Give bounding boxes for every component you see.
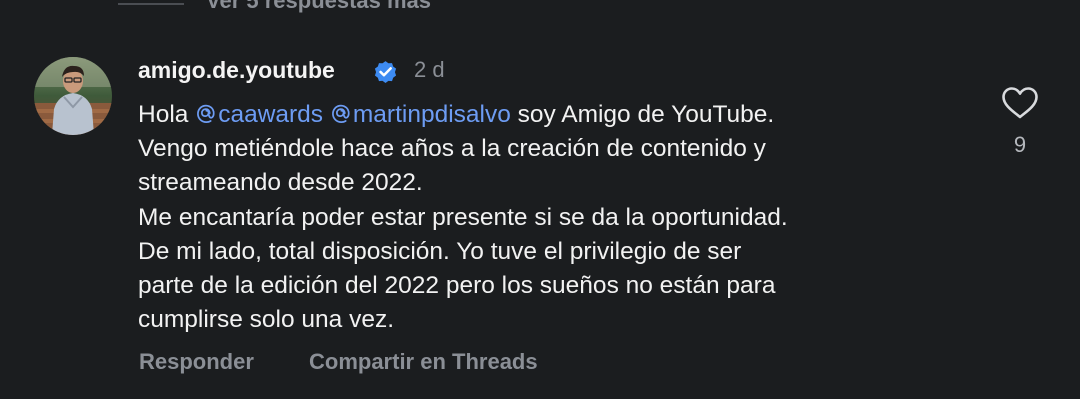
mention-label: martinpdisalvo <box>352 101 511 128</box>
comment-line: cumplirse solo una vez. <box>138 306 395 334</box>
comment-username[interactable]: amigo.de.youtube <box>138 56 335 84</box>
share-on-threads-button[interactable]: Compartir en Threads <box>309 348 538 376</box>
comment-text <box>323 101 330 128</box>
comment-line: Hola caawards martinpdisalvo soy Amigo d… <box>138 98 978 132</box>
mention-martinpdisalvo-link[interactable]: martinpdisalvo <box>330 101 511 128</box>
threads-at-icon <box>197 104 215 124</box>
threads-at-icon <box>331 104 350 124</box>
comment-line: De mi lado, total disposición. Yo tuve e… <box>138 237 742 265</box>
comment-thread: Ver 5 respuestas más amigo.de.youtube 2 … <box>0 0 1080 399</box>
avatar[interactable] <box>34 57 112 135</box>
heart-outline-icon <box>1002 87 1038 119</box>
comment-line: Me encantaría poder estar presente si se… <box>138 203 788 231</box>
comment-line: streameando desde 2022. <box>138 169 423 197</box>
comment-line: Vengo metiéndole hace años a la creación… <box>138 135 766 163</box>
avatar-image <box>34 57 112 135</box>
like-count: 9 <box>1013 132 1027 157</box>
thread-divider <box>118 3 184 5</box>
mention-caawards-link[interactable]: caawards <box>195 101 323 128</box>
comment-timestamp: 2 d <box>414 57 445 82</box>
comment-text: Hola <box>138 101 196 128</box>
replies-toggle-row: Ver 5 respuestas más <box>0 0 1080 16</box>
verified-badge-icon <box>372 58 399 85</box>
comment-line: parte de la edición del 2022 pero los su… <box>138 272 776 300</box>
view-more-replies-button[interactable]: Ver 5 respuestas más <box>206 0 431 16</box>
reply-button[interactable]: Responder <box>139 348 254 376</box>
comment-body: Hola caawards martinpdisalvo soy Amigo d… <box>138 98 978 337</box>
mention-label: caawards <box>218 101 324 128</box>
comment-text: soy Amigo de YouTube. <box>510 101 775 128</box>
like-button[interactable] <box>1000 86 1040 120</box>
